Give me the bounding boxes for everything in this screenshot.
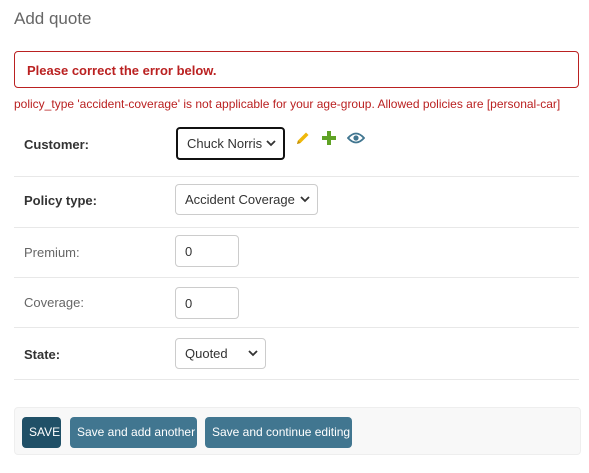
policy-type-label: Policy type: [24,193,97,208]
premium-input[interactable]: 0 [175,235,239,267]
customer-row: Customer: Chuck Norris [14,117,579,177]
error-note: Please correct the error below. [14,51,579,88]
state-select-value: Quoted [185,346,228,361]
coverage-label: Coverage: [24,295,84,310]
chevron-down-icon [266,139,276,146]
eye-icon[interactable] [347,132,365,144]
customer-select-value: Chuck Norris [187,136,263,151]
page-title: Add quote [14,9,92,28]
premium-row: Premium: 0 [14,228,579,278]
coverage-input[interactable]: 0 [175,287,239,319]
policy-type-select-value: Accident Coverage [185,192,295,207]
policy-type-row: Policy type: Accident Coverage [14,177,579,228]
premium-input-value: 0 [185,243,193,259]
submit-row: SAVE Save and add another Save and conti… [14,407,581,455]
field-error-message: policy_type 'accident-coverage' is not a… [14,97,561,111]
coverage-input-value: 0 [185,295,193,311]
state-label: State: [24,347,61,362]
save-button[interactable]: SAVE [22,417,61,448]
pencil-icon[interactable] [295,130,311,146]
plus-icon[interactable] [322,131,336,145]
state-row: State: Quoted [14,328,579,380]
policy-type-select[interactable]: Accident Coverage [175,184,318,215]
coverage-row: Coverage: 0 [14,278,579,328]
state-select[interactable]: Quoted [175,338,266,369]
chevron-down-icon [300,195,310,202]
save-and-continue-editing-button[interactable]: Save and continue editing [205,417,352,448]
chevron-down-icon [248,349,258,356]
save-and-add-another-button[interactable]: Save and add another [70,417,197,448]
premium-label: Premium: [24,245,80,260]
customer-select[interactable]: Chuck Norris [176,127,285,160]
customer-label: Customer: [24,137,90,152]
